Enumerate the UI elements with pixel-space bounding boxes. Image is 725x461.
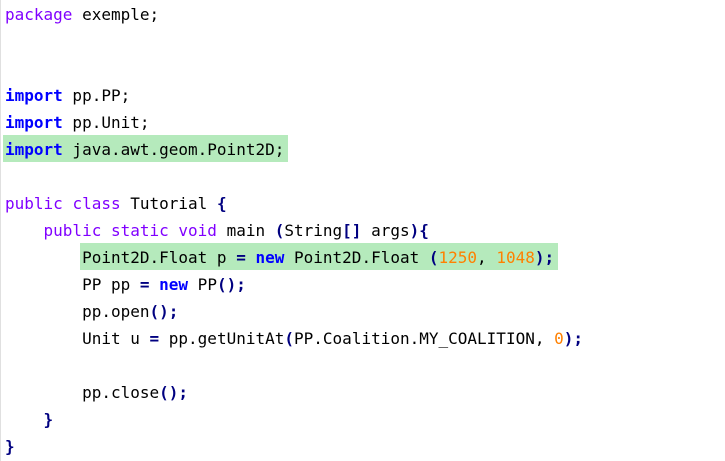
code-token: , xyxy=(477,248,497,267)
code-token: exemple; xyxy=(72,5,160,24)
code-token: { xyxy=(216,194,227,213)
code-token: package xyxy=(5,5,73,24)
code-line[interactable]: import java.awt.geom.Point2D; xyxy=(5,136,284,163)
code-line[interactable]: PP pp = new PP(); xyxy=(5,271,246,298)
code-line[interactable]: Unit u = pp.getUnitAt(PP.Coalition.MY_CO… xyxy=(5,325,583,352)
code-token: = xyxy=(236,248,246,267)
code-token: String xyxy=(284,221,343,240)
code-token: ); xyxy=(563,329,584,348)
code-line[interactable]: package exemple; xyxy=(5,1,159,28)
code-token: import xyxy=(5,113,63,132)
code-token: pp.Unit; xyxy=(62,113,150,132)
code-token: (); xyxy=(159,383,189,402)
code-token: = xyxy=(139,275,150,294)
code-token: void xyxy=(178,221,217,240)
code-token: 1048 xyxy=(496,248,535,267)
code-line[interactable]: Point2D.Float p = new Point2D.Float (125… xyxy=(5,244,554,271)
code-token: = xyxy=(149,329,160,348)
code-token: [] xyxy=(342,221,362,240)
code-line[interactable]: import pp.Unit; xyxy=(5,109,150,136)
code-token: main xyxy=(216,221,275,240)
code-token: 1250 xyxy=(438,248,478,267)
code-token: PP pp xyxy=(5,275,140,294)
code-line[interactable]: public class Tutorial { xyxy=(5,190,227,217)
code-token: pp.close xyxy=(5,383,160,402)
code-token: PP.Coalition.MY_COALITION, xyxy=(294,329,555,348)
code-token: pp.getUnitAt xyxy=(159,329,285,348)
code-token: 0 xyxy=(554,329,564,348)
code-token: (); xyxy=(216,275,246,294)
code-token: } xyxy=(43,410,54,429)
code-token: } xyxy=(5,437,15,456)
code-token: pp.PP; xyxy=(62,86,131,105)
code-token: Point2D.Float p xyxy=(5,248,237,267)
code-editor[interactable]: package exemple; import pp.PP; import pp.U… xyxy=(0,0,725,461)
code-token: (); xyxy=(149,302,179,321)
code-token: Point2D.Float xyxy=(284,248,429,267)
code-token: java.awt.geom.Point2D; xyxy=(62,140,285,159)
code-token: import xyxy=(5,140,63,159)
code-token: PP xyxy=(188,275,217,294)
code-token: ( xyxy=(284,329,295,348)
code-token: Tutorial xyxy=(120,194,217,213)
code-token: pp.open xyxy=(5,302,150,321)
code-token: ){ xyxy=(409,221,429,240)
code-line[interactable]: } xyxy=(5,433,15,460)
code-line[interactable]: import pp.PP; xyxy=(5,82,130,109)
code-token: public xyxy=(43,221,102,240)
code-token: class xyxy=(72,194,121,213)
code-token: ( xyxy=(428,248,439,267)
code-token: public xyxy=(5,194,63,213)
code-line[interactable]: pp.open(); xyxy=(5,298,178,325)
code-line[interactable]: pp.close(); xyxy=(5,379,188,406)
code-token: Unit u xyxy=(5,329,150,348)
code-token: static xyxy=(110,221,169,240)
code-token: new xyxy=(159,275,189,294)
code-token: import xyxy=(5,86,63,105)
code-token: new xyxy=(255,248,285,267)
code-line[interactable]: public static void main (String[] args){ xyxy=(5,217,429,244)
code-token: ( xyxy=(274,221,285,240)
code-line[interactable]: } xyxy=(5,406,54,433)
code-token: ); xyxy=(534,248,555,267)
code-token: args xyxy=(361,221,410,240)
